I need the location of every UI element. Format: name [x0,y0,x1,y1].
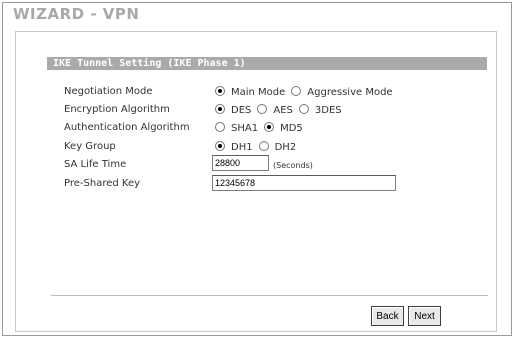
md5-radio[interactable] [264,122,275,132]
section-header: IKE Tunnel Setting (IKE Phase 1) [47,57,487,70]
md5-label: MD5 [280,123,303,134]
authentication-algorithm-label: Authentication Algorithm [64,122,190,133]
pre-shared-key-input[interactable]: 12345678 [212,175,396,191]
des-label: DES [231,105,252,116]
negotiation-mode-group: Main Mode Aggressive Mode [215,86,399,98]
main-mode-radio[interactable] [215,86,225,96]
aes-radio[interactable] [257,104,268,114]
back-button[interactable]: Back [371,306,404,326]
key-group-group: DH1 DH2 [215,141,302,153]
dh1-radio[interactable] [215,141,225,151]
sa-life-time-unit: (Seconds) [273,161,313,170]
3des-label: 3DES [314,105,342,116]
encryption-algorithm-group: DES AES 3DES [215,104,348,116]
sha1-label: SHA1 [231,123,259,134]
dh2-label: DH2 [274,142,297,153]
footer-divider [51,295,488,296]
main-mode-label: Main Mode [231,87,286,98]
page-title: WIZARD - VPN [13,5,140,23]
dh1-label: DH1 [231,142,253,153]
sa-life-time-label: SA Life Time [64,159,127,170]
pre-shared-key-label: Pre-Shared Key [64,178,141,189]
authentication-algorithm-group: SHA1 MD5 [215,122,309,134]
sha1-radio[interactable] [215,122,225,132]
aes-label: AES [273,105,293,116]
negotiation-mode-label: Negotiation Mode [64,86,153,97]
section-title: IKE Tunnel Setting (IKE Phase 1) [53,58,246,69]
aggressive-mode-label: Aggressive Mode [307,87,393,98]
sa-life-time-input[interactable]: 28800 [212,155,269,171]
des-radio[interactable] [215,104,225,114]
encryption-algorithm-label: Encryption Algorithm [64,104,170,115]
next-button[interactable]: Next [408,306,441,326]
dh2-radio[interactable] [258,141,269,151]
aggressive-mode-radio[interactable] [291,86,302,96]
3des-radio[interactable] [298,104,309,114]
key-group-label: Key Group [64,141,116,152]
